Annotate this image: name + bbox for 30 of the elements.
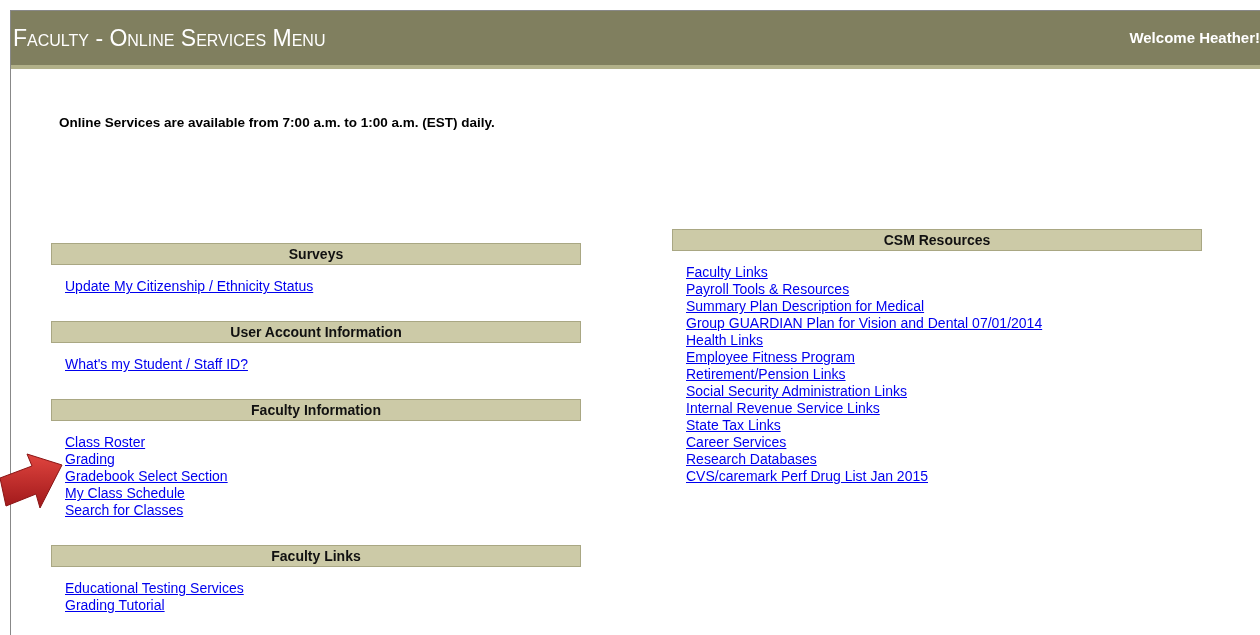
menu-link[interactable]: Social Security Administration Links — [686, 383, 907, 401]
menu-link[interactable]: Gradebook Select Section — [65, 468, 228, 486]
section-header: Surveys — [51, 243, 581, 266]
menu-link[interactable]: Internal Revenue Service Links — [686, 400, 880, 418]
menu-link[interactable]: My Class Schedule — [65, 485, 185, 503]
menu-link[interactable]: Research Databases — [686, 451, 817, 469]
menu-link[interactable]: Employee Fitness Program — [686, 349, 855, 367]
menu-link[interactable]: CVS/caremark Perf Drug List Jan 2015 — [686, 468, 928, 486]
menu-link[interactable]: Health Links — [686, 332, 764, 350]
section-header: CSM Resources — [672, 229, 1202, 252]
section-header: Faculty Links — [51, 545, 581, 568]
menu-link[interactable]: State Tax Links — [686, 417, 781, 435]
menu-link[interactable]: What's my Student / Staff ID? — [65, 356, 248, 374]
menu-link[interactable]: Payroll Tools & Resources — [686, 281, 850, 299]
welcome-message: Welcome Heather! — [1129, 27, 1260, 48]
menu-link[interactable]: Faculty Links — [686, 264, 768, 282]
menu-link[interactable]: Summary Plan Description for Medical — [686, 298, 925, 316]
menu-link[interactable]: Class Roster — [65, 434, 146, 452]
menu-link[interactable]: Educational Testing Services — [65, 580, 244, 598]
menu-link[interactable]: Update My Citizenship / Ethnicity Status — [65, 278, 314, 296]
menu-link[interactable]: Search for Classes — [65, 502, 184, 520]
menu-link[interactable]: Career Services — [686, 434, 787, 452]
menu-link[interactable]: Grading Tutorial — [65, 597, 165, 615]
menu-link[interactable]: Retirement/Pension Links — [686, 366, 846, 384]
menu-link[interactable]: Grading — [65, 451, 115, 469]
section-header: Faculty Information — [51, 399, 581, 422]
menu-link[interactable]: Group GUARDIAN Plan for Vision and Dental 07/01/2014 — [686, 315, 1043, 333]
section-header: User Account Information — [51, 321, 581, 344]
availability-notice: Online Services are available from 7:00 a.m. to 1:00 a.m. (EST) daily. — [59, 114, 496, 132]
page-title: Faculty - Online Services Menu — [13, 26, 326, 50]
